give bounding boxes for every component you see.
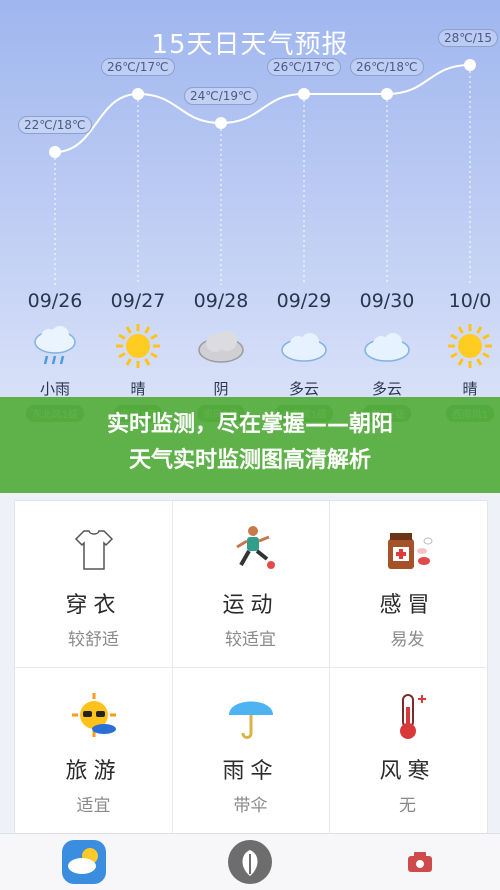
bottom-tab-bar <box>0 833 500 890</box>
life-index-card[interactable]: 运动 较适宜 <box>172 501 330 668</box>
forecast-date: 09/26 <box>27 290 83 312</box>
sun-glasses-icon <box>66 687 122 743</box>
temperature-range-label: 26℃/17℃ <box>101 58 175 76</box>
temperature-range-label: 26℃/17℃ <box>267 58 341 76</box>
temperature-point <box>381 88 393 100</box>
temperature-chart <box>49 59 476 285</box>
forecast-condition: 阴 <box>213 380 229 398</box>
life-index-value: 较适宜 <box>225 630 276 650</box>
temperature-line <box>54 64 471 153</box>
overcast-cloud-icon <box>181 322 261 370</box>
life-index-value: 适宜 <box>76 796 111 816</box>
life-index-value: 带伞 <box>233 796 268 816</box>
temperature-range-label: 24℃/19℃ <box>184 87 258 105</box>
thermometer-icon <box>380 687 436 743</box>
forecast-panel: 15天日天气预报 22℃/18℃ 26℃/17℃ 24℃/19℃ 26℃/17℃ 26℃… <box>0 0 500 422</box>
cloud-icon <box>347 322 427 370</box>
umbrella-icon <box>223 687 279 743</box>
sun-icon <box>430 322 500 370</box>
temperature-range-label: 22℃/18℃ <box>18 116 92 134</box>
weather-tab-icon[interactable] <box>60 838 108 886</box>
cloud-icon <box>264 322 344 370</box>
life-index-card[interactable]: 风寒 无 <box>329 667 486 834</box>
life-index-value: 较舒适 <box>68 630 119 650</box>
headline-line-2: 天气实时监测图高清解析 <box>128 448 371 473</box>
forecast-date: 09/30 <box>359 290 415 312</box>
leaf-tab-icon[interactable] <box>226 838 274 886</box>
life-index-card[interactable]: 旅游 适宜 <box>15 667 173 834</box>
forecast-condition: 晴 <box>130 380 146 398</box>
life-index-grid: 穿衣 较舒适 运动 较适宜 感冒 易发 旅游 适宜 雨伞 带伞 风寒 无 <box>14 500 488 834</box>
headline-line-1: 实时监测，尽在掌握——朝阳 <box>106 412 393 437</box>
life-index-value: 易发 <box>390 630 425 650</box>
life-index-name: 穿衣 <box>65 593 122 618</box>
medicine-icon <box>380 521 436 577</box>
forecast-date: 10/0 <box>448 290 492 312</box>
life-index-name: 风寒 <box>379 759 436 784</box>
life-index-card[interactable]: 穿衣 较舒适 <box>15 501 173 668</box>
camera-tab-icon[interactable] <box>396 838 444 886</box>
forecast-condition: 多云 <box>288 380 319 398</box>
shirt-icon <box>66 521 122 577</box>
temperature-point <box>215 117 227 129</box>
life-index-name: 旅游 <box>65 759 122 784</box>
forecast-date: 09/29 <box>276 290 332 312</box>
life-index-card[interactable]: 雨伞 带伞 <box>172 667 330 834</box>
life-index-value: 无 <box>399 796 416 816</box>
life-index-card[interactable]: 感冒 易发 <box>329 501 486 668</box>
temperature-point <box>298 88 310 100</box>
forecast-condition: 晴 <box>462 380 478 398</box>
sun-icon <box>98 322 178 370</box>
life-index-name: 感冒 <box>379 593 436 618</box>
temperature-range-label: 26℃/18℃ <box>350 58 424 76</box>
temperature-point <box>49 146 61 158</box>
headline-banner: 实时监测，尽在掌握——朝阳 天气实时监测图高清解析 <box>0 397 500 493</box>
forecast-condition: 小雨 <box>39 380 70 398</box>
temperature-range-label: 28℃/15 <box>438 29 499 47</box>
rain-cloud-icon <box>15 322 95 370</box>
forecast-condition: 多云 <box>371 380 402 398</box>
forecast-date: 09/28 <box>193 290 249 312</box>
life-index-name: 运动 <box>222 593 279 618</box>
temperature-point <box>464 59 476 71</box>
runner-icon <box>223 521 279 577</box>
temperature-point <box>132 88 144 100</box>
forecast-date: 09/27 <box>110 290 166 312</box>
life-index-name: 雨伞 <box>222 759 279 784</box>
